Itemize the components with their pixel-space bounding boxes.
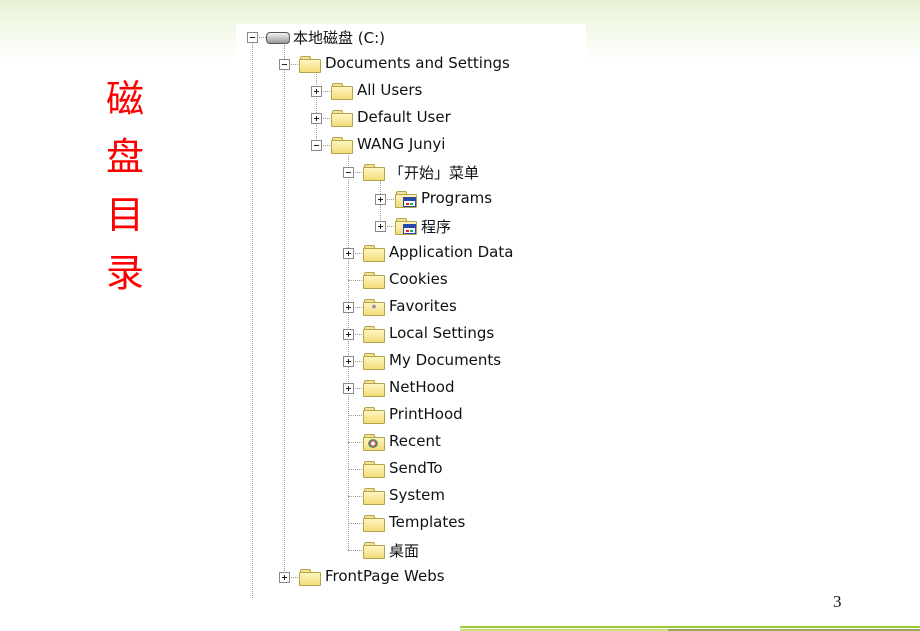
tree-row[interactable]: Programs [236,186,586,213]
expand-icon[interactable] [311,113,322,124]
folder-icon [299,56,321,73]
folder-icon [363,164,385,181]
tree-row[interactable]: Templates [236,510,586,537]
tree-item-label: Default User [357,108,451,126]
tree-row[interactable]: WANG Junyi [236,132,586,159]
tree-row[interactable]: Cookies [236,267,586,294]
tree-connector-horizontal [348,280,362,281]
tree-item-label: Recent [389,432,441,450]
collapse-icon[interactable] [311,140,322,151]
tree-row[interactable]: All Users [236,78,586,105]
collapse-icon[interactable] [343,167,354,178]
folder-icon [363,353,385,370]
tree-row[interactable]: * Favorites [236,294,586,321]
tree-row[interactable]: Default User [236,105,586,132]
window-icon [403,224,416,234]
folder-icon [363,272,385,289]
collapse-icon[interactable] [247,32,258,43]
tree-row[interactable]: Recent [236,429,586,456]
window-icon [403,197,416,207]
favorites-folder-icon: * [363,299,385,316]
expand-icon[interactable] [343,329,354,340]
tree-row[interactable]: 「开始」菜单 [236,159,586,186]
expand-icon[interactable] [375,221,386,232]
tree-item-label: 程序 [421,218,452,236]
drive-icon [266,32,290,44]
folder-icon [331,110,353,127]
expand-icon[interactable] [343,302,354,313]
tree-item-label: System [389,486,445,504]
side-title-char: 盘 [105,135,144,179]
side-title-char: 录 [105,251,144,295]
tree-item-label: Favorites [389,297,457,315]
tree-item-label: Local Settings [389,324,495,342]
tree-row[interactable]: PrintHood [236,402,586,429]
tree-item-label: Cookies [389,270,448,288]
tree-item-label: 桌面 [389,542,420,560]
tree-item-label: FrontPage Webs [325,567,445,585]
recent-folder-icon [363,434,385,451]
tree-connector-horizontal [348,523,362,524]
tree-item-label: Templates [389,513,466,531]
tree-row[interactable]: System [236,483,586,510]
expand-icon[interactable] [311,86,322,97]
folder-icon [331,83,353,100]
tree-connector-horizontal [348,496,362,497]
tree-connector-horizontal [348,442,362,443]
folder-icon [363,407,385,424]
side-title-char: 磁 [105,77,144,121]
folder-icon [363,542,385,559]
side-title: 磁 盘 目 录 [100,70,150,302]
tree-row[interactable]: My Documents [236,348,586,375]
folder-icon [299,569,321,586]
tree-row[interactable]: 本地磁盘 (C:) [236,24,586,51]
clock-icon [368,439,378,448]
tree-connector-horizontal [348,550,362,551]
tree-item-label: 「开始」菜单 [389,164,480,182]
tree-item-label: Application Data [389,243,514,261]
tree-item-label: WANG Junyi [357,135,446,153]
expand-icon[interactable] [343,248,354,259]
program-folder-icon [395,218,417,235]
tree-row[interactable]: 桌面 [236,537,586,564]
tree-row[interactable]: Local Settings [236,321,586,348]
tree-connector-horizontal [348,415,362,416]
tree-row[interactable]: FrontPage Webs [236,564,586,591]
tree-row[interactable]: NetHood [236,375,586,402]
expand-icon[interactable] [375,194,386,205]
tree-item-label: Programs [421,189,493,207]
tree-item-label: NetHood [389,378,455,396]
footer-divider [460,626,920,628]
tree-connector-horizontal [348,469,362,470]
tree-item-label: SendTo [389,459,443,477]
star-icon: * [371,304,377,314]
page-number: 3 [833,592,842,611]
folder-icon [363,326,385,343]
expand-icon[interactable] [343,383,354,394]
tree-item-label: All Users [357,81,423,99]
tree-item-label: PrintHood [389,405,463,423]
folder-tree-panel: 本地磁盘 (C:) Documents and Settings All Users… [236,24,586,598]
tree-row[interactable]: Application Data [236,240,586,267]
folder-icon [363,380,385,397]
side-title-char: 目 [105,193,144,237]
tree-item-label: Documents and Settings [325,54,510,72]
folder-icon [363,245,385,262]
expand-icon[interactable] [279,572,290,583]
folder-icon [363,488,385,505]
tree-item-label: My Documents [389,351,502,369]
tree-item-label: 本地磁盘 (C:) [293,29,385,47]
header-residual-text [10,0,230,4]
program-folder-icon [395,191,417,208]
tree-row[interactable]: 程序 [236,213,586,240]
expand-icon[interactable] [343,356,354,367]
collapse-icon[interactable] [279,59,290,70]
folder-icon [363,461,385,478]
tree-row[interactable]: SendTo [236,456,586,483]
folder-tree: 本地磁盘 (C:) Documents and Settings All Users… [236,24,586,598]
tree-row[interactable]: Documents and Settings [236,51,586,78]
folder-icon [363,515,385,532]
folder-icon [331,137,353,154]
